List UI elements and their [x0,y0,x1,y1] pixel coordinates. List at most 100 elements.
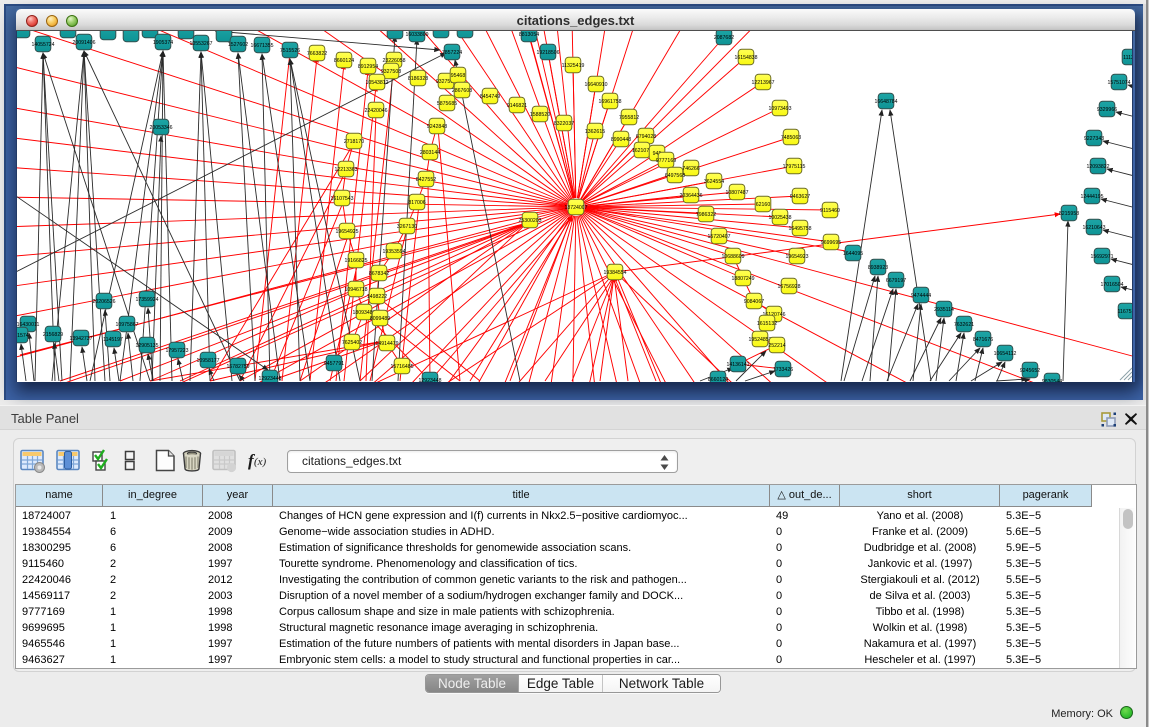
svg-text:9245652: 9245652 [1020,368,1040,374]
svg-text:2935114: 2935114 [934,307,954,313]
svg-text:1498222: 1498222 [367,294,387,300]
svg-text:12444195: 12444195 [1080,194,1103,200]
svg-text:8322037: 8322037 [554,121,574,127]
svg-text:10654112: 10654112 [994,351,1017,357]
svg-text:16495758: 16495758 [788,226,811,232]
svg-text:9242848: 9242848 [427,124,447,130]
svg-text:15692971: 15692971 [1090,254,1113,260]
svg-text:9084067: 9084067 [744,299,764,305]
svg-text:116753: 116753 [1118,309,1133,315]
svg-text:(x): (x) [254,456,267,468]
svg-text:14914479: 14914479 [375,341,398,347]
svg-text:8912954: 8912954 [358,64,378,70]
svg-text:16648784: 16648784 [874,99,897,105]
svg-text:16961758: 16961758 [598,99,621,105]
svg-text:16154838: 16154838 [734,55,757,61]
svg-text:17975115: 17975115 [783,164,806,170]
svg-text:12213967: 12213967 [751,80,774,86]
svg-text:12905135: 12905135 [135,343,158,349]
svg-text:19654923: 19654923 [785,254,808,260]
svg-text:8186328: 8186328 [408,76,428,82]
svg-text:1362615: 1362615 [585,129,605,135]
svg-text:2156829: 2156829 [43,332,63,338]
svg-text:6794028: 6794028 [636,134,656,140]
svg-text:7986322: 7986322 [696,212,716,218]
svg-text:11325419: 11325419 [562,63,585,69]
svg-text:12213363: 12213363 [334,167,357,173]
svg-text:9115460: 9115460 [820,208,840,214]
svg-text:8660124: 8660124 [334,58,354,64]
svg-text:6679197: 6679197 [886,278,906,284]
svg-text:3624554: 3624554 [704,179,724,185]
svg-text:20053346: 20053346 [149,125,172,131]
svg-text:18724007: 18724007 [564,205,587,211]
svg-text:8990448: 8990448 [611,137,631,143]
svg-text:10543812: 10543812 [365,80,388,86]
svg-text:10973493: 10973493 [768,106,791,112]
svg-text:7663822: 7663822 [307,51,327,57]
svg-text:16210643: 16210643 [1082,225,1105,231]
svg-text:10807487: 10807487 [725,190,748,196]
svg-text:9329966: 9329966 [1097,107,1117,113]
svg-text:13942737: 13942737 [69,336,92,342]
svg-text:1644095: 1644095 [843,251,863,257]
svg-text:9830544: 9830544 [1042,379,1062,382]
svg-text:9146821: 9146821 [507,103,527,109]
svg-text:10958177: 10958177 [196,358,219,364]
svg-text:10946718: 10946718 [344,287,367,293]
svg-text:9474444: 9474444 [911,293,931,299]
svg-text:10688609: 10688609 [721,254,744,260]
svg-text:16671355: 16671355 [250,43,273,49]
svg-text:1733426: 1733426 [773,367,793,373]
svg-text:15716485: 15716485 [390,364,413,370]
svg-text:19654925: 19654925 [335,229,358,235]
svg-text:1905374: 1905374 [153,40,173,46]
svg-text:14136141: 14136141 [726,362,749,368]
svg-text:2087682: 2087682 [714,35,734,41]
svg-text:2867608: 2867608 [452,88,472,94]
svg-text:10553267: 10553267 [189,41,212,47]
svg-text:9327508: 9327508 [381,69,401,75]
svg-text:16782759: 16782759 [226,364,249,370]
svg-text:7625402: 7625402 [342,340,362,346]
svg-text:25300203: 25300203 [518,218,541,224]
svg-text:15751074: 15751074 [1107,80,1130,86]
svg-text:7515526: 7515526 [280,48,300,54]
svg-text:1145197: 1145197 [103,337,123,343]
svg-text:9463627: 9463627 [790,194,810,200]
svg-text:7857224: 7857224 [442,50,462,56]
svg-text:17016504: 17016504 [1100,282,1123,288]
svg-text:252214: 252214 [768,343,785,349]
svg-text:8678342: 8678342 [369,271,389,277]
svg-text:9777169: 9777169 [656,158,676,164]
svg-text:12093822: 12093822 [1086,164,1109,170]
svg-text:8938923: 8938923 [868,265,888,271]
svg-text:1615132: 1615132 [757,321,777,327]
svg-text:18807249: 18807249 [731,276,754,282]
svg-text:12923448: 12923448 [418,378,441,382]
svg-text:1588520: 1588520 [530,112,550,118]
svg-text:9699695: 9699695 [821,240,841,246]
svg-text:8660124: 8660124 [708,377,728,382]
svg-text:7632621: 7632621 [954,322,974,328]
svg-text:16107543: 16107543 [330,196,353,202]
svg-text:14055724: 14055724 [31,42,54,48]
svg-text:8427552: 8427552 [416,177,436,183]
svg-text:12923448: 12923448 [258,376,281,382]
svg-text:20206526: 20206526 [92,299,115,305]
svg-text:19166825: 19166825 [344,258,367,264]
svg-text:16756928: 16756928 [777,284,800,290]
svg-text:8215958: 8215958 [1059,211,1079,217]
svg-text:7955812: 7955812 [619,115,639,121]
svg-text:9227343: 9227343 [1084,136,1104,142]
svg-text:6497568: 6497568 [665,173,685,179]
svg-text:95468: 95468 [451,73,466,79]
svg-text:19218506: 19218506 [536,50,559,56]
svg-text:62160: 62160 [756,202,771,208]
svg-text:8813054: 8813054 [519,32,539,38]
svg-text:3267130: 3267130 [397,224,417,230]
svg-text:9457791: 9457791 [324,361,344,367]
svg-text:19353594: 19353594 [382,249,405,255]
svg-text:746266: 746266 [682,166,699,172]
svg-text:8099489: 8099489 [370,316,390,322]
